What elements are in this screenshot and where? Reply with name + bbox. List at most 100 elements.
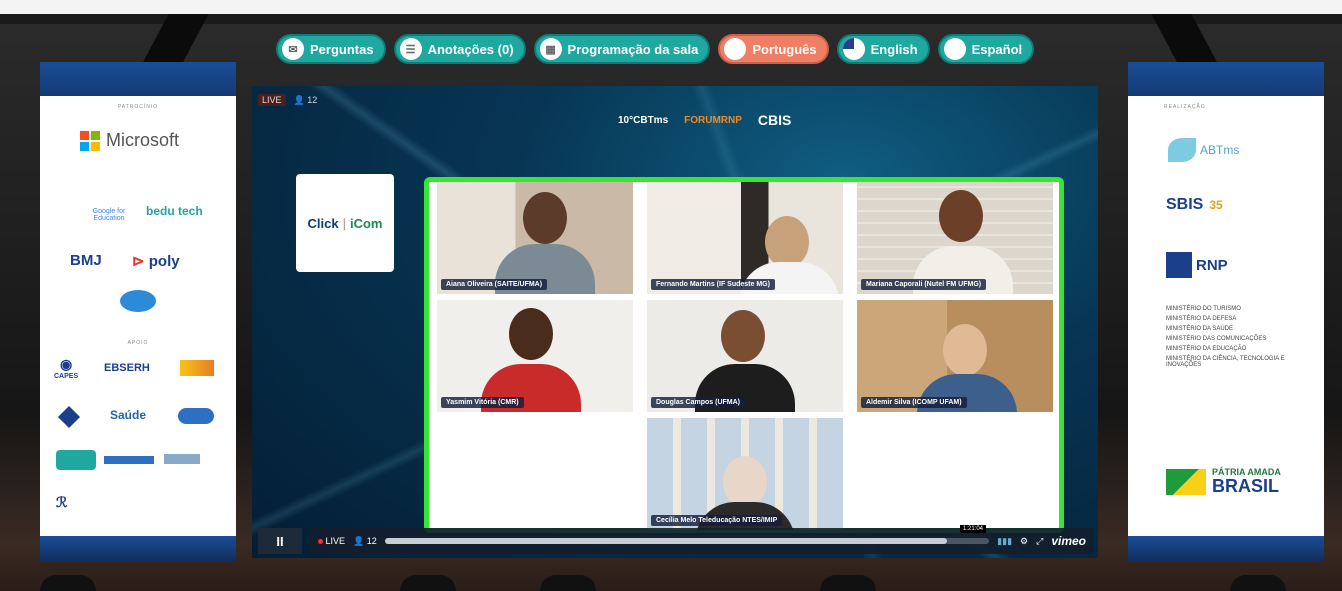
participant-tile[interactable]: Cecília Melo Teleducação NTES/IMIP bbox=[647, 418, 843, 530]
fullscreen-icon[interactable]: ⤢ bbox=[1036, 536, 1043, 547]
cbis-logo: CBIS bbox=[757, 112, 792, 128]
schedule-label: Programação da sala bbox=[567, 41, 699, 57]
participant-name: Cecília Melo Teleducação NTES/IMIP bbox=[651, 515, 783, 526]
pause-button[interactable]: II bbox=[258, 528, 302, 554]
progress-fill bbox=[384, 538, 947, 544]
sbis-logo: SBIS 35 bbox=[1166, 196, 1223, 213]
escola-logo bbox=[180, 360, 214, 376]
event-logos: 10°CBTms FORUMRNP CBIS bbox=[618, 112, 791, 128]
pause-icon: II bbox=[276, 533, 284, 549]
participant-tile[interactable]: Fernando Martins (IF Sudeste MG) bbox=[647, 182, 843, 294]
language-spanish-button[interactable]: Español bbox=[937, 34, 1035, 64]
ministry-item: MINISTÉRIO DA SAÚDE bbox=[1166, 326, 1234, 332]
bmj-logo: BMJ bbox=[70, 252, 102, 269]
progress-bar[interactable] bbox=[384, 538, 990, 544]
poly-logo: ⊳ poly bbox=[132, 253, 180, 270]
language-spanish-label: Español bbox=[971, 41, 1023, 57]
video-screen[interactable]: LIVE 👤 12 10°CBTms FORUMRNP CBIS Click |… bbox=[252, 86, 1098, 558]
microsoft-icon bbox=[80, 130, 100, 151]
forumrnp-logo: FORUMRNP bbox=[684, 114, 742, 126]
player-live-indicator[interactable]: LIVE bbox=[318, 536, 345, 546]
rnp-logo: RNP bbox=[1166, 252, 1228, 278]
left-sponsor-banner: PATROCÍNIO Microsoft Google for Educatio… bbox=[40, 62, 236, 562]
volume-icon[interactable]: ▮▮▮ bbox=[997, 536, 1012, 547]
language-portuguese-button[interactable]: Português bbox=[718, 34, 829, 64]
sponsor-section-label: PATROCÍNIO bbox=[117, 104, 159, 110]
banner-foot bbox=[40, 536, 236, 562]
participant-tile[interactable]: Aiana Oliveira (SAITE/UFMA) bbox=[437, 182, 633, 294]
participant-tile[interactable]: Mariana Caporali (Nutel FM UFMG) bbox=[857, 182, 1053, 294]
cbtms-logo: 10°CBTms bbox=[618, 114, 669, 126]
abtms-icon bbox=[1168, 138, 1196, 162]
settings-gear-icon[interactable]: ⚙ bbox=[1020, 536, 1028, 547]
ministry-item: MINISTÉRIO DA DEFESA bbox=[1166, 316, 1237, 322]
abtms-logo: ABTms bbox=[1168, 138, 1239, 162]
flag-usa-icon bbox=[842, 38, 865, 60]
live-badge: LIVE bbox=[258, 94, 286, 106]
notes-button[interactable]: ☰ Anotações (0) bbox=[393, 34, 526, 64]
right-sponsor-banner: REALIZAÇÃO ABTms SBIS 35 RNP MINISTÉRIO D… bbox=[1128, 62, 1324, 562]
rnp-icon bbox=[1166, 252, 1192, 278]
banner-foot bbox=[1128, 536, 1324, 562]
microsoft-logo: Microsoft bbox=[80, 130, 179, 151]
ministry-item: MINISTÉRIO DA CIÊNCIA, TECNOLOGIA E INOV… bbox=[1166, 356, 1285, 368]
bedu-tech-logo: bedu tech bbox=[146, 204, 203, 218]
rs-logo: ℛ bbox=[56, 494, 68, 510]
datasus-logo bbox=[164, 454, 200, 464]
participant-grid: Aiana Oliveira (SAITE/UFMA) Fernando Mar… bbox=[424, 177, 1064, 533]
viewer-count: 👤 12 bbox=[293, 94, 318, 105]
participant-name: Yasmim Vitória (CMR) bbox=[441, 397, 524, 408]
partner-card: Click | iCom bbox=[296, 174, 394, 272]
rnp-partner-logo bbox=[57, 405, 81, 429]
questions-label: Perguntas bbox=[310, 41, 374, 57]
banner-cap bbox=[40, 62, 236, 96]
audience-head bbox=[820, 575, 876, 591]
language-portuguese-label: Português bbox=[752, 41, 817, 57]
player-viewer-count: 👤 12 bbox=[353, 535, 377, 546]
capes-logo: ◉ CAPES bbox=[54, 356, 79, 380]
audience-head bbox=[400, 575, 456, 591]
participant-tile[interactable]: Yasmim Vitória (CMR) bbox=[437, 300, 633, 412]
participant-name: Fernando Martins (IF Sudeste MG) bbox=[651, 279, 775, 290]
flag-brazil-icon bbox=[724, 38, 747, 60]
live-dot-icon bbox=[318, 539, 323, 544]
participant-tile[interactable]: Douglas Campos (UFMA) bbox=[647, 300, 843, 412]
audience-head bbox=[540, 575, 596, 591]
ministries-list: MINISTÉRIO DO TURISMO MINISTÉRIO DA DEFE… bbox=[1166, 306, 1286, 372]
ministry-item: MINISTÉRIO DAS COMUNICAÇÕES bbox=[1166, 336, 1267, 342]
realization-section-label: REALIZAÇÃO bbox=[1164, 104, 1206, 110]
top-menu-bar: ✉ Perguntas ☰ Anotações (0) ▦ Programaçã… bbox=[276, 34, 1035, 64]
ebserh-logo: EBSERH bbox=[104, 362, 150, 374]
time-tooltip: 1:21:04 bbox=[960, 525, 987, 533]
audience-head bbox=[40, 575, 96, 591]
schedule-button[interactable]: ▦ Programação da sala bbox=[533, 34, 711, 64]
audience-head bbox=[1230, 575, 1286, 591]
ministry-item: MINISTÉRIO DA EDUCAÇÃO bbox=[1166, 346, 1247, 352]
stream-live-indicator: LIVE 👤 12 bbox=[258, 94, 317, 106]
participant-name: Mariana Caporali (Nutel FM UFMG) bbox=[861, 279, 987, 290]
notes-icon: ☰ bbox=[399, 38, 422, 60]
support-section-label: APOIO bbox=[127, 340, 149, 346]
participant-name: Aiana Oliveira (SAITE/UFMA) bbox=[441, 279, 548, 290]
schedule-icon: ▦ bbox=[539, 38, 562, 60]
click-logo: Click bbox=[307, 215, 339, 231]
notes-label: Anotações (0) bbox=[427, 41, 514, 57]
banner-cap bbox=[1128, 62, 1324, 96]
participant-tile[interactable]: Aldemir Silva (ICOMP UFAM) bbox=[857, 300, 1053, 412]
icom-logo: iCom bbox=[349, 215, 383, 231]
chat-icon: ✉ bbox=[282, 38, 304, 60]
cloud-logo bbox=[178, 408, 214, 424]
ministry-item: MINISTÉRIO DO TURISMO bbox=[1166, 306, 1241, 312]
saude-inovacao-logo bbox=[120, 290, 156, 312]
language-english-label: English bbox=[870, 41, 918, 57]
partner-logo-b bbox=[104, 456, 154, 464]
saude-ministry-logo: Saúde bbox=[110, 408, 147, 422]
language-english-button[interactable]: English bbox=[836, 34, 930, 64]
vimeo-logo[interactable]: vimeo bbox=[1051, 534, 1086, 548]
patria-amada-brasil-logo: PÁTRIA AMADA BRASIL bbox=[1166, 468, 1281, 495]
participant-name: Douglas Campos (UFMA) bbox=[651, 397, 745, 408]
participant-name: Aldemir Silva (ICOMP UFAM) bbox=[861, 397, 967, 408]
flag-spain-icon bbox=[943, 38, 966, 60]
google-education-logo: Google for Education bbox=[92, 208, 126, 222]
questions-button[interactable]: ✉ Perguntas bbox=[276, 34, 386, 64]
